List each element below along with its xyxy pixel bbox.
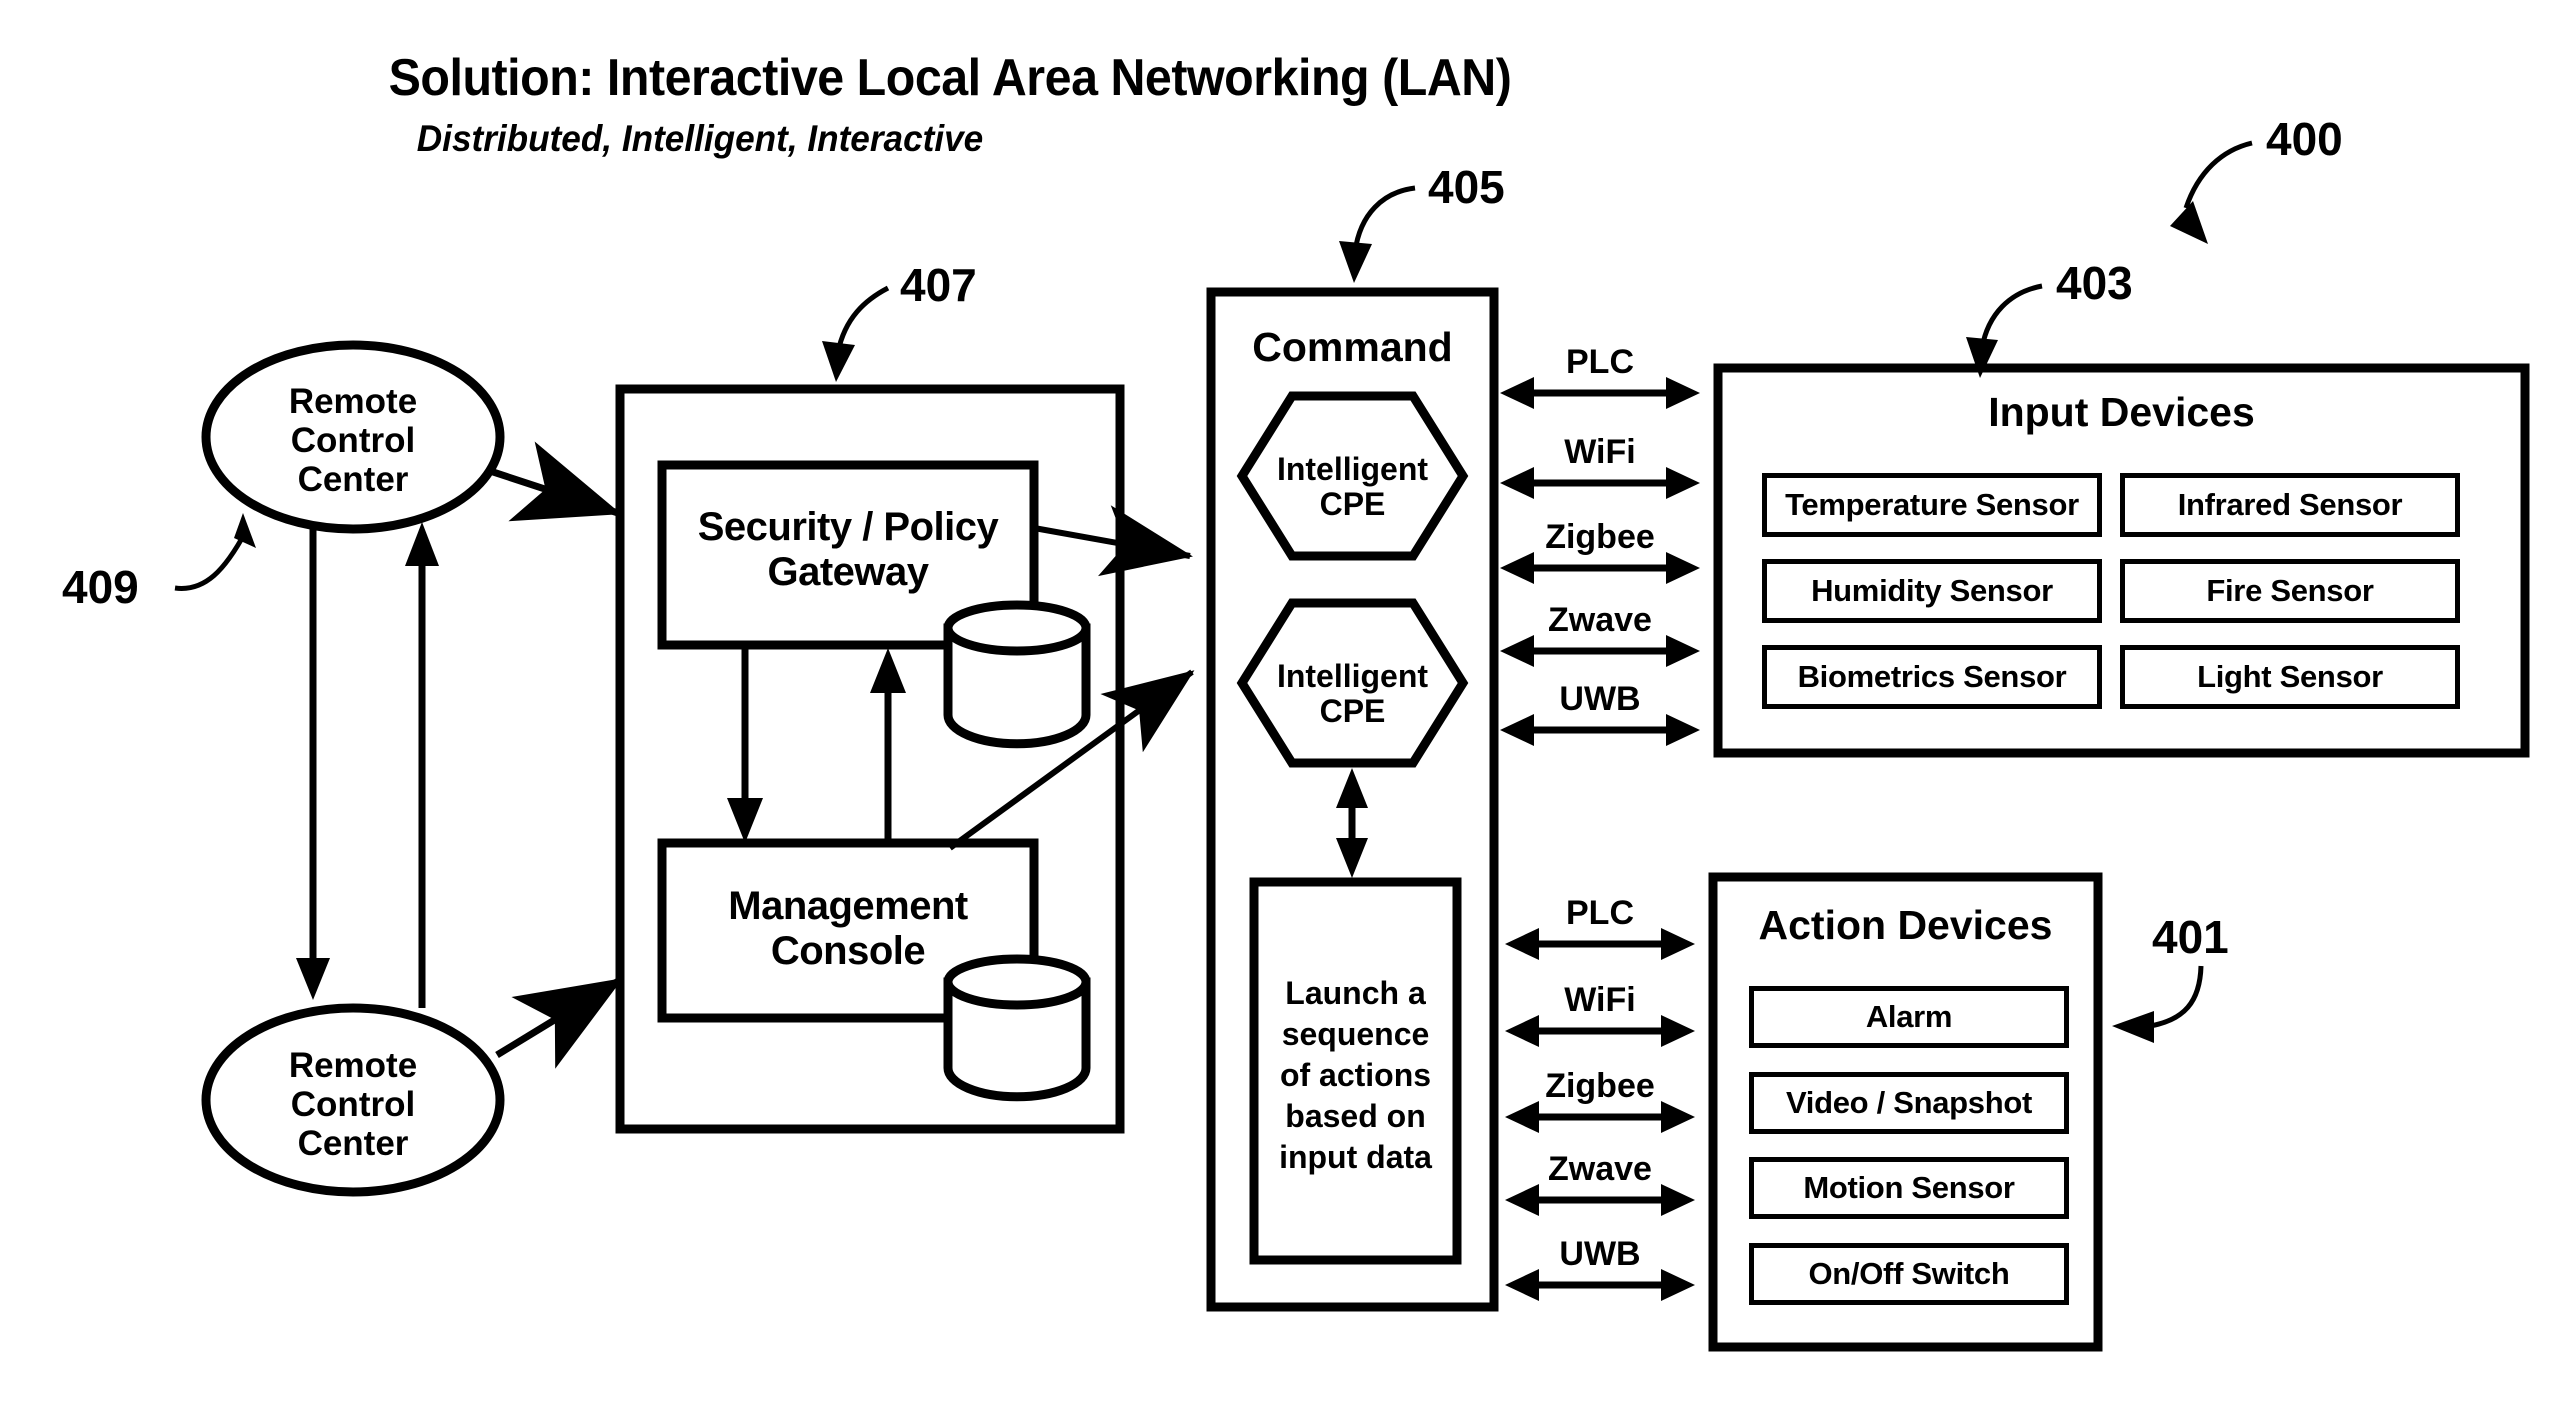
- protocol-label-lower-wifi: WiFi: [1564, 981, 1636, 1019]
- gateway-to-console-down-arrow: [727, 645, 763, 843]
- input-device-temperature-sensor[interactable]: Temperature Sensor: [1762, 473, 2102, 537]
- callout-409-leader: [174, 513, 256, 591]
- action-device-motion-sensor[interactable]: Motion Sensor: [1749, 1157, 2069, 1219]
- protocol-label-lower-uwb: UWB: [1559, 1235, 1641, 1273]
- reference-number-409: 409: [62, 561, 139, 613]
- action-device-video-snapshot[interactable]: Video / Snapshot: [1749, 1072, 2069, 1134]
- protocol-label-lower-zigbee: Zigbee: [1545, 1067, 1655, 1105]
- reference-number-401: 401: [2152, 911, 2229, 963]
- rcc-link-down: [296, 529, 330, 1000]
- management-console-label: Management Console: [728, 884, 968, 973]
- intelligent-cpe-label-1: Intelligent CPE: [1276, 451, 1429, 523]
- protocol-label-upper-zigbee: Zigbee: [1545, 518, 1655, 556]
- rcc-link-up: [405, 522, 439, 1008]
- console-to-gateway-up-arrow: [870, 648, 906, 843]
- rcc-top-to-gateway-arrow: [485, 441, 622, 522]
- input-device-infrared-sensor[interactable]: Infrared Sensor: [2120, 473, 2460, 537]
- reference-number-407: 407: [900, 259, 977, 311]
- protocol-label-upper-zwave: Zwave: [1548, 601, 1652, 639]
- input-devices-title: Input Devices: [1988, 389, 2255, 435]
- remote-control-center-bottom-label: Remote Control Center: [288, 1046, 418, 1164]
- remote-control-center-top-label: Remote Control Center: [288, 382, 418, 500]
- diagram-canvas: Solution: Interactive Local Area Network…: [0, 0, 2573, 1428]
- action-device-alarm[interactable]: Alarm: [1749, 986, 2069, 1048]
- action-devices-title: Action Devices: [1758, 902, 2053, 948]
- input-device-biometrics-sensor[interactable]: Biometrics Sensor: [1762, 645, 2102, 709]
- input-device-fire-sensor[interactable]: Fire Sensor: [2120, 559, 2460, 623]
- management-console-database-icon: [943, 954, 1091, 1102]
- reference-number-403: 403: [2056, 257, 2133, 309]
- protocol-label-upper-uwb: UWB: [1559, 680, 1641, 718]
- security-policy-gateway-label: Security / Policy Gateway: [697, 505, 999, 594]
- security-gateway-database-icon: [943, 600, 1091, 749]
- reference-number-405: 405: [1428, 161, 1505, 213]
- protocol-label-upper-wifi: WiFi: [1564, 433, 1636, 471]
- callout-401-leader: [2112, 965, 2204, 1043]
- gateway-to-command-arrow: [1033, 505, 1193, 577]
- command-title: Command: [1252, 324, 1453, 370]
- callout-400-leader: [2170, 140, 2253, 244]
- protocol-label-upper-plc: PLC: [1566, 343, 1634, 381]
- action-device-on-off-switch[interactable]: On/Off Switch: [1749, 1243, 2069, 1305]
- protocol-label-lower-zwave: Zwave: [1548, 1150, 1652, 1188]
- input-device-humidity-sensor[interactable]: Humidity Sensor: [1762, 559, 2102, 623]
- rcc-bottom-to-console-arrow: [495, 977, 623, 1069]
- protocol-label-lower-plc: PLC: [1566, 894, 1634, 932]
- launch-sequence-label: Launch a sequence of actions based on in…: [1279, 975, 1432, 1175]
- reference-number-400: 400: [2266, 113, 2343, 165]
- callout-407-leader: [822, 285, 890, 382]
- intelligent-cpe-label-2: Intelligent CPE: [1276, 658, 1429, 730]
- callout-405-leader: [1339, 185, 1416, 283]
- input-device-light-sensor[interactable]: Light Sensor: [2120, 645, 2460, 709]
